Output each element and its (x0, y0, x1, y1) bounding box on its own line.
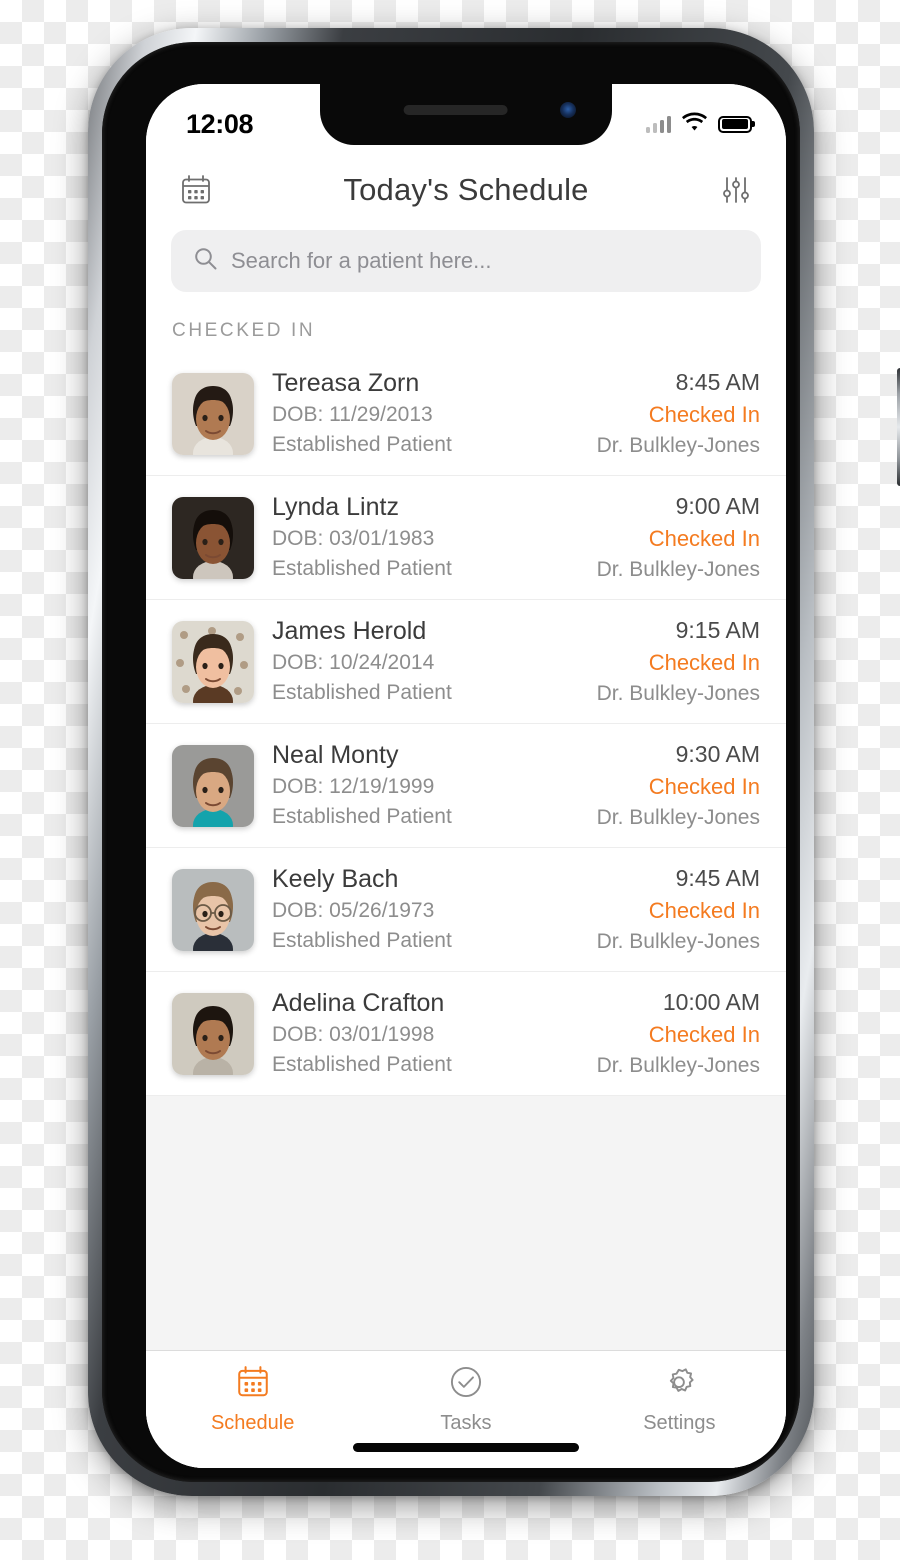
appointment-info: 9:15 AM Checked In Dr. Bulkley-Jones (597, 614, 760, 709)
appointment-time: 9:00 AM (675, 493, 760, 520)
patient-type: Established Patient (272, 1053, 452, 1077)
patient-name: Tereasa Zorn (272, 368, 420, 397)
patient-info: Lynda Lintz DOB: 03/01/1983 Established … (272, 491, 579, 585)
app-header: Today's Schedule (146, 154, 786, 218)
patient-list: Tereasa Zorn DOB: 11/29/2013 Established… (146, 352, 786, 1097)
filter-sliders-icon[interactable] (714, 168, 758, 212)
appointment-time: 9:15 AM (675, 617, 760, 644)
patient-dob: DOB: 11/29/2013 (272, 402, 433, 426)
avatar-james-herold (172, 620, 254, 703)
appointment-info: 9:30 AM Checked In Dr. Bulkley-Jones (597, 738, 760, 833)
appointment-info: 8:45 AM Checked In Dr. Bulkley-Jones (597, 366, 760, 461)
calendar-icon[interactable] (174, 168, 218, 212)
patient-name: Keely Bach (272, 864, 399, 893)
patient-dob: DOB: 10/24/2014 (272, 650, 435, 674)
appointment-info: 9:45 AM Checked In Dr. Bulkley-Jones (597, 862, 760, 957)
status-badge: Checked In (648, 1022, 760, 1048)
patient-info: Keely Bach DOB: 05/26/1973 Established P… (272, 863, 579, 957)
status-badge: Checked In (648, 650, 760, 676)
patient-type: Established Patient (272, 433, 452, 457)
home-indicator[interactable] (353, 1443, 579, 1452)
page-title: Today's Schedule (343, 172, 589, 207)
patient-type: Established Patient (272, 929, 452, 953)
provider-name: Dr. Bulkley-Jones (596, 681, 760, 705)
patient-dob: DOB: 03/01/1998 (272, 1022, 435, 1046)
app-content: 12:08 Today's Schedule Search for a pati… (146, 84, 786, 1468)
search-input[interactable] (231, 248, 739, 274)
device-notch (320, 84, 612, 145)
patient-dob: DOB: 03/01/1983 (272, 526, 435, 550)
list-empty-filler (146, 1096, 786, 1350)
avatar-tereasa-zorn (172, 372, 254, 455)
tab-settings-label: Settings (643, 1412, 716, 1434)
appointment-time: 8:45 AM (675, 369, 760, 395)
provider-name: Dr. Bulkley-Jones (596, 805, 760, 829)
appointment-time: 9:30 AM (675, 741, 760, 768)
patient-row[interactable]: Tereasa Zorn DOB: 11/29/2013 Established… (146, 352, 786, 477)
status-bar-icons (645, 112, 752, 136)
provider-name: Dr. Bulkley-Jones (596, 1053, 760, 1077)
phone-screen: 12:08 Today's Schedule Search for a pati… (146, 84, 786, 1468)
patient-row[interactable]: Keely Bach DOB: 05/26/1973 Established P… (146, 848, 786, 973)
phone-device-frame: 12:08 Today's Schedule Search for a pati… (88, 28, 900, 1496)
earpiece-speaker (403, 105, 508, 115)
patient-info: Adelina Crafton DOB: 03/01/1998 Establis… (272, 987, 579, 1081)
patient-row[interactable]: Adelina Crafton DOB: 03/01/1998 Establis… (146, 972, 786, 1097)
provider-name: Dr. Bulkley-Jones (596, 433, 760, 457)
search-container (146, 218, 786, 292)
patient-row[interactable]: James Herold DOB: 10/24/2014 Established… (146, 600, 786, 725)
patient-name: James Herold (272, 616, 427, 645)
patient-dob: DOB: 12/19/1999 (272, 774, 435, 798)
tab-tasks-label: Tasks (440, 1412, 492, 1434)
search-bar[interactable] (171, 230, 761, 292)
status-badge: Checked In (648, 526, 760, 552)
avatar-adelina-crafton (172, 992, 254, 1075)
patient-name: Lynda Lintz (272, 492, 399, 521)
check-circle-icon (448, 1364, 484, 1405)
provider-name: Dr. Bulkley-Jones (596, 557, 760, 581)
tab-schedule[interactable]: Schedule (146, 1364, 359, 1435)
patient-name: Neal Monty (272, 740, 399, 769)
patient-dob: DOB: 05/26/1973 (272, 898, 435, 922)
patient-row[interactable]: Neal Monty DOB: 12/19/1999 Established P… (146, 724, 786, 849)
patient-name: Adelina Crafton (272, 988, 445, 1017)
wifi-icon (682, 112, 707, 136)
patient-info: Tereasa Zorn DOB: 11/29/2013 Established… (272, 367, 579, 461)
tab-schedule-label: Schedule (210, 1412, 295, 1434)
status-badge: Checked In (648, 402, 760, 428)
gear-icon (661, 1364, 697, 1405)
patient-row[interactable]: Lynda Lintz DOB: 03/01/1983 Established … (146, 476, 786, 601)
patient-type: Established Patient (272, 805, 452, 829)
appointment-info: 10:00 AM Checked In Dr. Bulkley-Jones (597, 986, 760, 1081)
status-badge: Checked In (648, 774, 760, 800)
cellular-signal-icon (645, 115, 671, 133)
patient-info: Neal Monty DOB: 12/19/1999 Established P… (272, 739, 579, 833)
patient-type: Established Patient (272, 681, 452, 705)
provider-name: Dr. Bulkley-Jones (596, 929, 760, 953)
appointment-time: 10:00 AM (662, 989, 760, 1016)
search-icon (193, 246, 218, 276)
status-bar-time: 12:08 (186, 108, 254, 139)
calendar-icon (235, 1364, 271, 1405)
avatar-keely-bach (172, 868, 254, 951)
status-badge: Checked In (648, 898, 760, 924)
avatar-lynda-lintz (172, 496, 254, 579)
tab-settings[interactable]: Settings (573, 1364, 786, 1435)
front-camera-icon (560, 102, 576, 118)
patient-type: Established Patient (272, 557, 452, 581)
battery-full-icon (718, 115, 752, 133)
phone-bezel: 12:08 Today's Schedule Search for a pati… (102, 42, 800, 1482)
screenshot-stage: 12:08 Today's Schedule Search for a pati… (0, 0, 900, 1560)
appointment-time: 9:45 AM (675, 865, 760, 892)
section-header-checked-in: CHECKED IN (172, 320, 316, 341)
avatar-neal-monty (172, 744, 254, 827)
patient-info: James Herold DOB: 10/24/2014 Established… (272, 615, 579, 709)
scroll-area[interactable]: Today's Schedule Search for a patient he… (146, 154, 786, 1350)
appointment-info: 9:00 AM Checked In Dr. Bulkley-Jones (597, 490, 760, 585)
tab-tasks[interactable]: Tasks (359, 1364, 572, 1435)
